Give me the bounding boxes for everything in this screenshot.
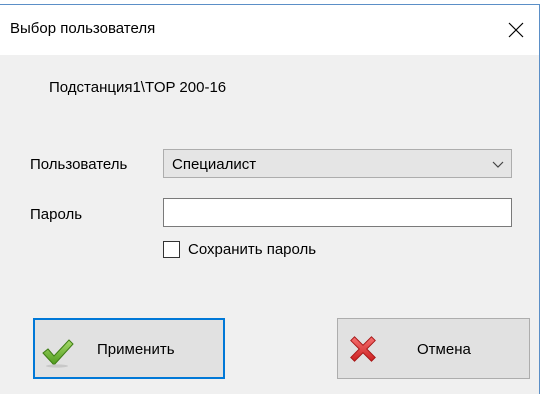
cancel-button-label: Отмена	[417, 341, 471, 358]
user-label: Пользователь	[30, 156, 128, 173]
user-selection-dialog: Выбор пользователя Подстанция1\TOP 200-1…	[0, 4, 540, 394]
save-password-label: Сохранить пароль	[188, 240, 317, 258]
apply-button[interactable]: Применить	[33, 318, 225, 379]
save-password-checkbox-row[interactable]: Сохранить пароль	[163, 237, 316, 261]
checkmark-icon	[42, 339, 74, 368]
chevron-down-icon	[492, 161, 504, 168]
apply-button-label: Применить	[97, 341, 175, 358]
substation-path: Подстанция1\TOP 200-16	[49, 79, 227, 96]
save-password-checkbox[interactable]	[163, 240, 180, 258]
close-button[interactable]	[493, 5, 539, 55]
password-label: Пароль	[30, 206, 83, 223]
password-field[interactable]	[163, 198, 512, 227]
user-select[interactable]: Специалист	[163, 149, 512, 178]
title-bar: Выбор пользователя	[0, 5, 539, 55]
window-title: Выбор пользователя	[10, 20, 156, 37]
cancel-button[interactable]: Отмена	[337, 318, 530, 379]
close-icon	[508, 22, 524, 38]
user-select-value: Специалист	[172, 156, 257, 173]
cross-icon	[350, 336, 376, 362]
